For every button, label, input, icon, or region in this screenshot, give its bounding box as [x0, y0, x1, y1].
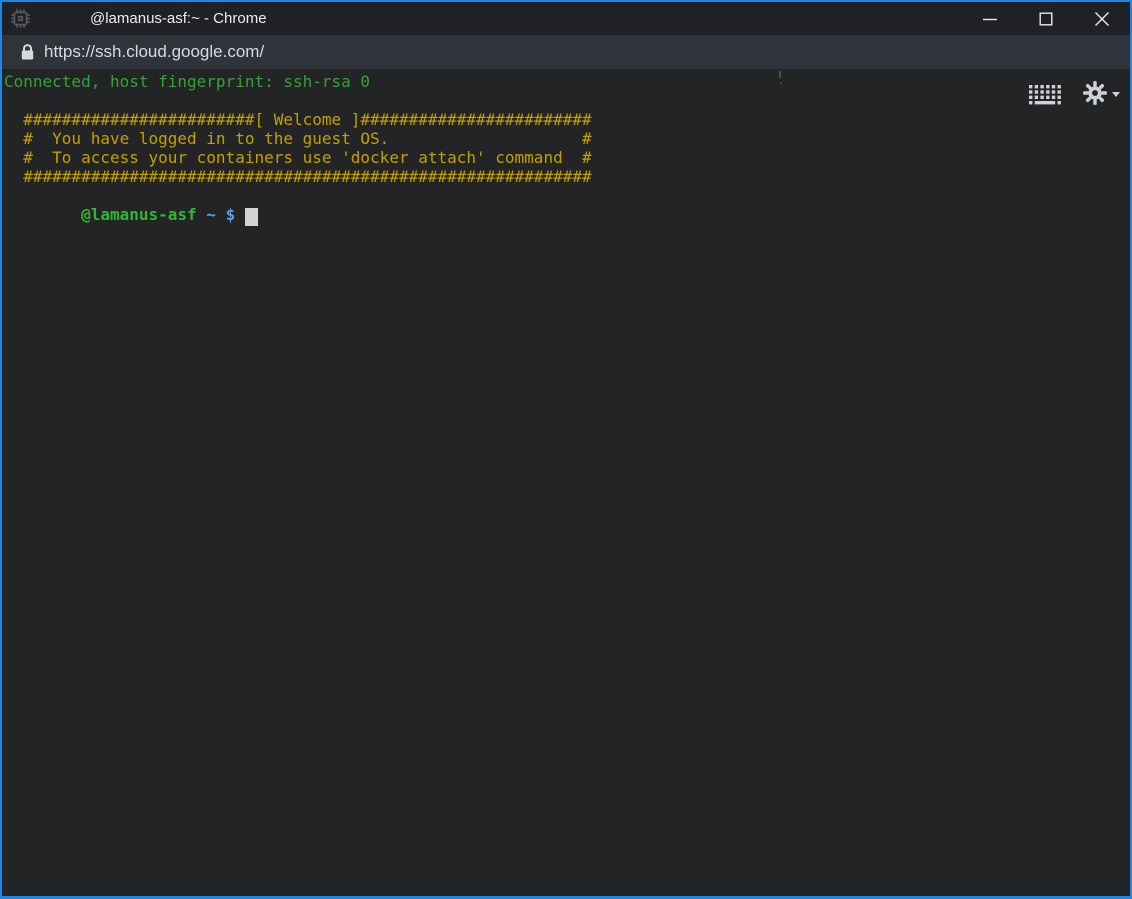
terminal-text-segment: [197, 205, 207, 224]
terminal-text-segment: [4, 205, 81, 224]
close-button[interactable]: [1074, 2, 1130, 35]
terminal-text-segment: Connected, host fingerprint: ssh-rsa 0: [4, 72, 370, 91]
terminal-line: Connected, host fingerprint: ssh-rsa 0: [4, 72, 370, 91]
minimize-button[interactable]: [962, 2, 1018, 35]
maximize-button[interactable]: [1018, 2, 1074, 35]
terminal-line: # You have logged in to the guest OS. #: [4, 129, 592, 148]
terminal-text-segment: ########################################…: [4, 167, 592, 186]
terminal-text-segment: [235, 205, 245, 224]
terminal-text-segment: # You have logged in to the guest OS. #: [4, 129, 592, 148]
render-artifact: [780, 82, 782, 84]
terminal-text-segment: @lamanus-asf: [81, 205, 197, 224]
terminal-text-segment: [216, 205, 226, 224]
terminal-cursor: [245, 208, 258, 226]
terminal-text-segment: ~: [206, 205, 216, 224]
window-title: @lamanus-asf:~ - Chrome: [90, 2, 267, 35]
terminal: Connected, host fingerprint: ssh-rsa 0 #…: [2, 69, 1130, 896]
terminal-line: # To access your containers use 'docker …: [4, 148, 592, 167]
chevron-down-icon[interactable]: [1112, 92, 1120, 97]
settings-gear-icon[interactable]: [1082, 80, 1108, 106]
lock-icon[interactable]: [20, 43, 35, 66]
chip-icon: [10, 8, 31, 29]
browser-app-window: @lamanus-asf:~ - Chrome: [0, 0, 1132, 899]
keyboard-icon[interactable]: [1029, 85, 1061, 105]
render-artifact: [779, 71, 781, 78]
terminal-text-segment: ########################[ Welcome ]#####…: [4, 110, 592, 129]
terminal-text-segment: # To access your containers use 'docker …: [4, 148, 592, 167]
terminal-toolbar: [1029, 80, 1120, 106]
url-text: https://ssh.cloud.google.com/: [44, 35, 264, 69]
terminal-text-segment: $: [226, 205, 236, 224]
terminal-line: @lamanus-asf ~ $: [4, 205, 258, 224]
address-bar: https://ssh.cloud.google.com/: [2, 35, 1130, 69]
terminal-output[interactable]: Connected, host fingerprint: ssh-rsa 0 #…: [2, 69, 1130, 224]
titlebar[interactable]: @lamanus-asf:~ - Chrome: [2, 2, 1130, 35]
terminal-line: ########################[ Welcome ]#####…: [4, 110, 592, 129]
terminal-line: ########################################…: [4, 167, 592, 186]
window-controls: [962, 2, 1130, 35]
